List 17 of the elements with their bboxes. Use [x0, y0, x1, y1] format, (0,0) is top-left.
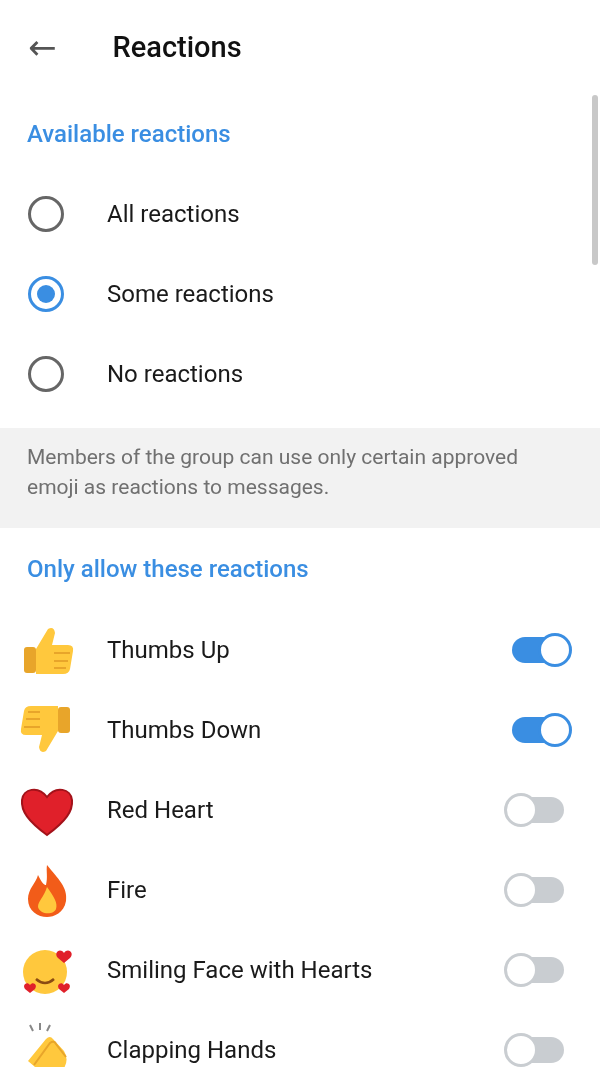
radio-button[interactable] [28, 276, 64, 312]
back-button[interactable]: ← [28, 30, 57, 64]
radio-button[interactable] [28, 196, 64, 232]
section-heading: Available reactions [26, 119, 232, 150]
option-label: No reactions [107, 360, 244, 388]
reaction-label: Fire [107, 876, 147, 904]
info-text: Members of the group can use only certain approved emoji as reactions to messages. [0, 428, 600, 528]
reaction-label: Thumbs Down [107, 716, 262, 744]
reaction-label: Thumbs Up [107, 636, 230, 664]
section-heading: Only allow these reactions [26, 554, 310, 585]
option-label: All reactions [107, 200, 240, 228]
radio-button[interactable] [28, 356, 64, 392]
reaction-label: Red Heart [107, 796, 214, 824]
reaction-label: Smiling Face with Hearts [107, 956, 373, 984]
page-title: Reactions [112, 30, 242, 64]
reaction-label: Clapping Hands [107, 1036, 277, 1064]
option-label: Some reactions [107, 280, 274, 308]
